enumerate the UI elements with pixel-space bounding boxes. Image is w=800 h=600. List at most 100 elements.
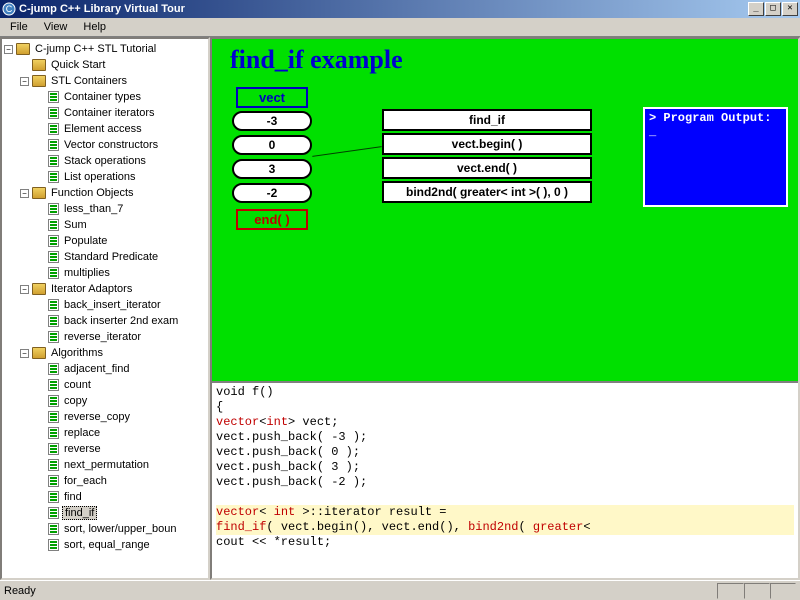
function-call-box: find_if <box>382 109 592 131</box>
tree-item[interactable]: Sum <box>62 219 89 231</box>
tree-item[interactable]: Stack operations <box>62 155 148 167</box>
function-call-box: vect.end( ) <box>382 157 592 179</box>
menu-file[interactable]: File <box>2 19 36 35</box>
page-icon <box>48 171 59 183</box>
collapse-icon[interactable]: − <box>4 45 13 54</box>
tree-item[interactable]: reverse <box>62 443 103 455</box>
page-icon <box>48 267 59 279</box>
tree-item[interactable]: Function Objects <box>49 187 136 199</box>
page-icon <box>48 507 59 519</box>
page-icon <box>48 315 59 327</box>
tree-item[interactable]: back inserter 2nd exam <box>62 315 180 327</box>
vector-header: vect <box>236 87 308 108</box>
tree-item[interactable]: STL Containers <box>49 75 129 87</box>
tree-item[interactable]: sort, equal_range <box>62 539 152 551</box>
code-line: vect.push_back( -2 ); <box>216 475 367 489</box>
page-icon <box>48 123 59 135</box>
tree-item[interactable]: adjacent_find <box>62 363 131 375</box>
page-icon <box>48 443 59 455</box>
tree-item[interactable]: reverse_copy <box>62 411 132 423</box>
page-icon <box>48 299 59 311</box>
tree-item[interactable]: Vector constructors <box>62 139 160 151</box>
page-icon <box>48 91 59 103</box>
tree-item[interactable]: multiplies <box>62 267 112 279</box>
tree-item[interactable]: reverse_iterator <box>62 331 143 343</box>
tree-item[interactable]: Container iterators <box>62 107 157 119</box>
vector-element: 3 <box>232 159 312 179</box>
book-icon <box>32 59 46 71</box>
book-icon <box>16 43 30 55</box>
tree-item[interactable]: less_than_7 <box>62 203 125 215</box>
tree-item[interactable]: Algorithms <box>49 347 105 359</box>
book-icon <box>32 347 46 359</box>
page-icon <box>48 235 59 247</box>
minimize-button[interactable]: _ <box>748 2 764 16</box>
app-icon: C <box>2 2 16 16</box>
tree-item[interactable]: Quick Start <box>49 59 107 71</box>
diagram-title: find_if example <box>230 45 403 75</box>
tree-item-selected[interactable]: find_if <box>62 506 97 520</box>
collapse-icon[interactable]: − <box>20 77 29 86</box>
vector-element: -3 <box>232 111 312 131</box>
tree-root[interactable]: C-jump C++ STL Tutorial <box>33 43 158 55</box>
page-icon <box>48 219 59 231</box>
menu-view[interactable]: View <box>36 19 76 35</box>
code-line: vect.push_back( 0 ); <box>216 445 360 459</box>
code-panel[interactable]: void f() { vector<int> vect; vect.push_b… <box>212 383 798 578</box>
status-cell <box>744 583 770 599</box>
tree-item[interactable]: Standard Predicate <box>62 251 160 263</box>
code-line: vect.push_back( 3 ); <box>216 460 360 474</box>
highlighted-code: vector< int >::iterator result = find_if… <box>216 505 794 535</box>
tree-item[interactable]: back_insert_iterator <box>62 299 163 311</box>
book-icon <box>32 187 46 199</box>
code-line: cout << *result; <box>216 535 331 549</box>
window-title: C-jump C++ Library Virtual Tour <box>19 3 748 15</box>
svg-text:C: C <box>6 4 13 14</box>
tree-item[interactable]: copy <box>62 395 89 407</box>
status-text: Ready <box>4 585 36 597</box>
navigation-tree[interactable]: − C-jump C++ STL Tutorial Quick Start − ST… <box>0 37 210 580</box>
page-icon <box>48 491 59 503</box>
tree-item[interactable]: replace <box>62 427 102 439</box>
tree-item[interactable]: List operations <box>62 171 138 183</box>
output-header: > Program Output: <box>649 111 782 125</box>
tree-item[interactable]: sort, lower/upper_boun <box>62 523 179 535</box>
menu-help[interactable]: Help <box>75 19 114 35</box>
menu-bar: File View Help <box>0 18 800 37</box>
status-cell <box>717 583 743 599</box>
code-line: vect.push_back( -3 ); <box>216 430 367 444</box>
tree-item[interactable]: next_permutation <box>62 459 151 471</box>
vector-element: -2 <box>232 183 312 203</box>
page-icon <box>48 475 59 487</box>
tree-item[interactable]: for_each <box>62 475 109 487</box>
page-icon <box>48 411 59 423</box>
page-icon <box>48 523 59 535</box>
tree-item[interactable]: count <box>62 379 93 391</box>
tree-item[interactable]: Populate <box>62 235 109 247</box>
book-icon <box>32 75 46 87</box>
collapse-icon[interactable]: − <box>20 189 29 198</box>
book-icon <box>32 283 46 295</box>
tree-item[interactable]: Iterator Adaptors <box>49 283 134 295</box>
maximize-button[interactable]: □ <box>765 2 781 16</box>
tree-item[interactable]: find <box>62 491 84 503</box>
collapse-icon[interactable]: − <box>20 349 29 358</box>
title-bar: C C-jump C++ Library Virtual Tour _ □ ✕ <box>0 0 800 18</box>
close-button[interactable]: ✕ <box>782 2 798 16</box>
program-output-panel: > Program Output: _ <box>643 107 788 207</box>
page-icon <box>48 395 59 407</box>
page-icon <box>48 331 59 343</box>
status-cell <box>770 583 796 599</box>
page-icon <box>48 203 59 215</box>
page-icon <box>48 363 59 375</box>
connector-line <box>312 146 381 157</box>
tree-item[interactable]: Element access <box>62 123 144 135</box>
end-marker: end( ) <box>236 209 308 230</box>
page-icon <box>48 107 59 119</box>
collapse-icon[interactable]: − <box>20 285 29 294</box>
tree-item[interactable]: Container types <box>62 91 143 103</box>
vector-element: 0 <box>232 135 312 155</box>
function-call-box: vect.begin( ) <box>382 133 592 155</box>
page-icon <box>48 427 59 439</box>
status-bar: Ready <box>0 580 800 600</box>
